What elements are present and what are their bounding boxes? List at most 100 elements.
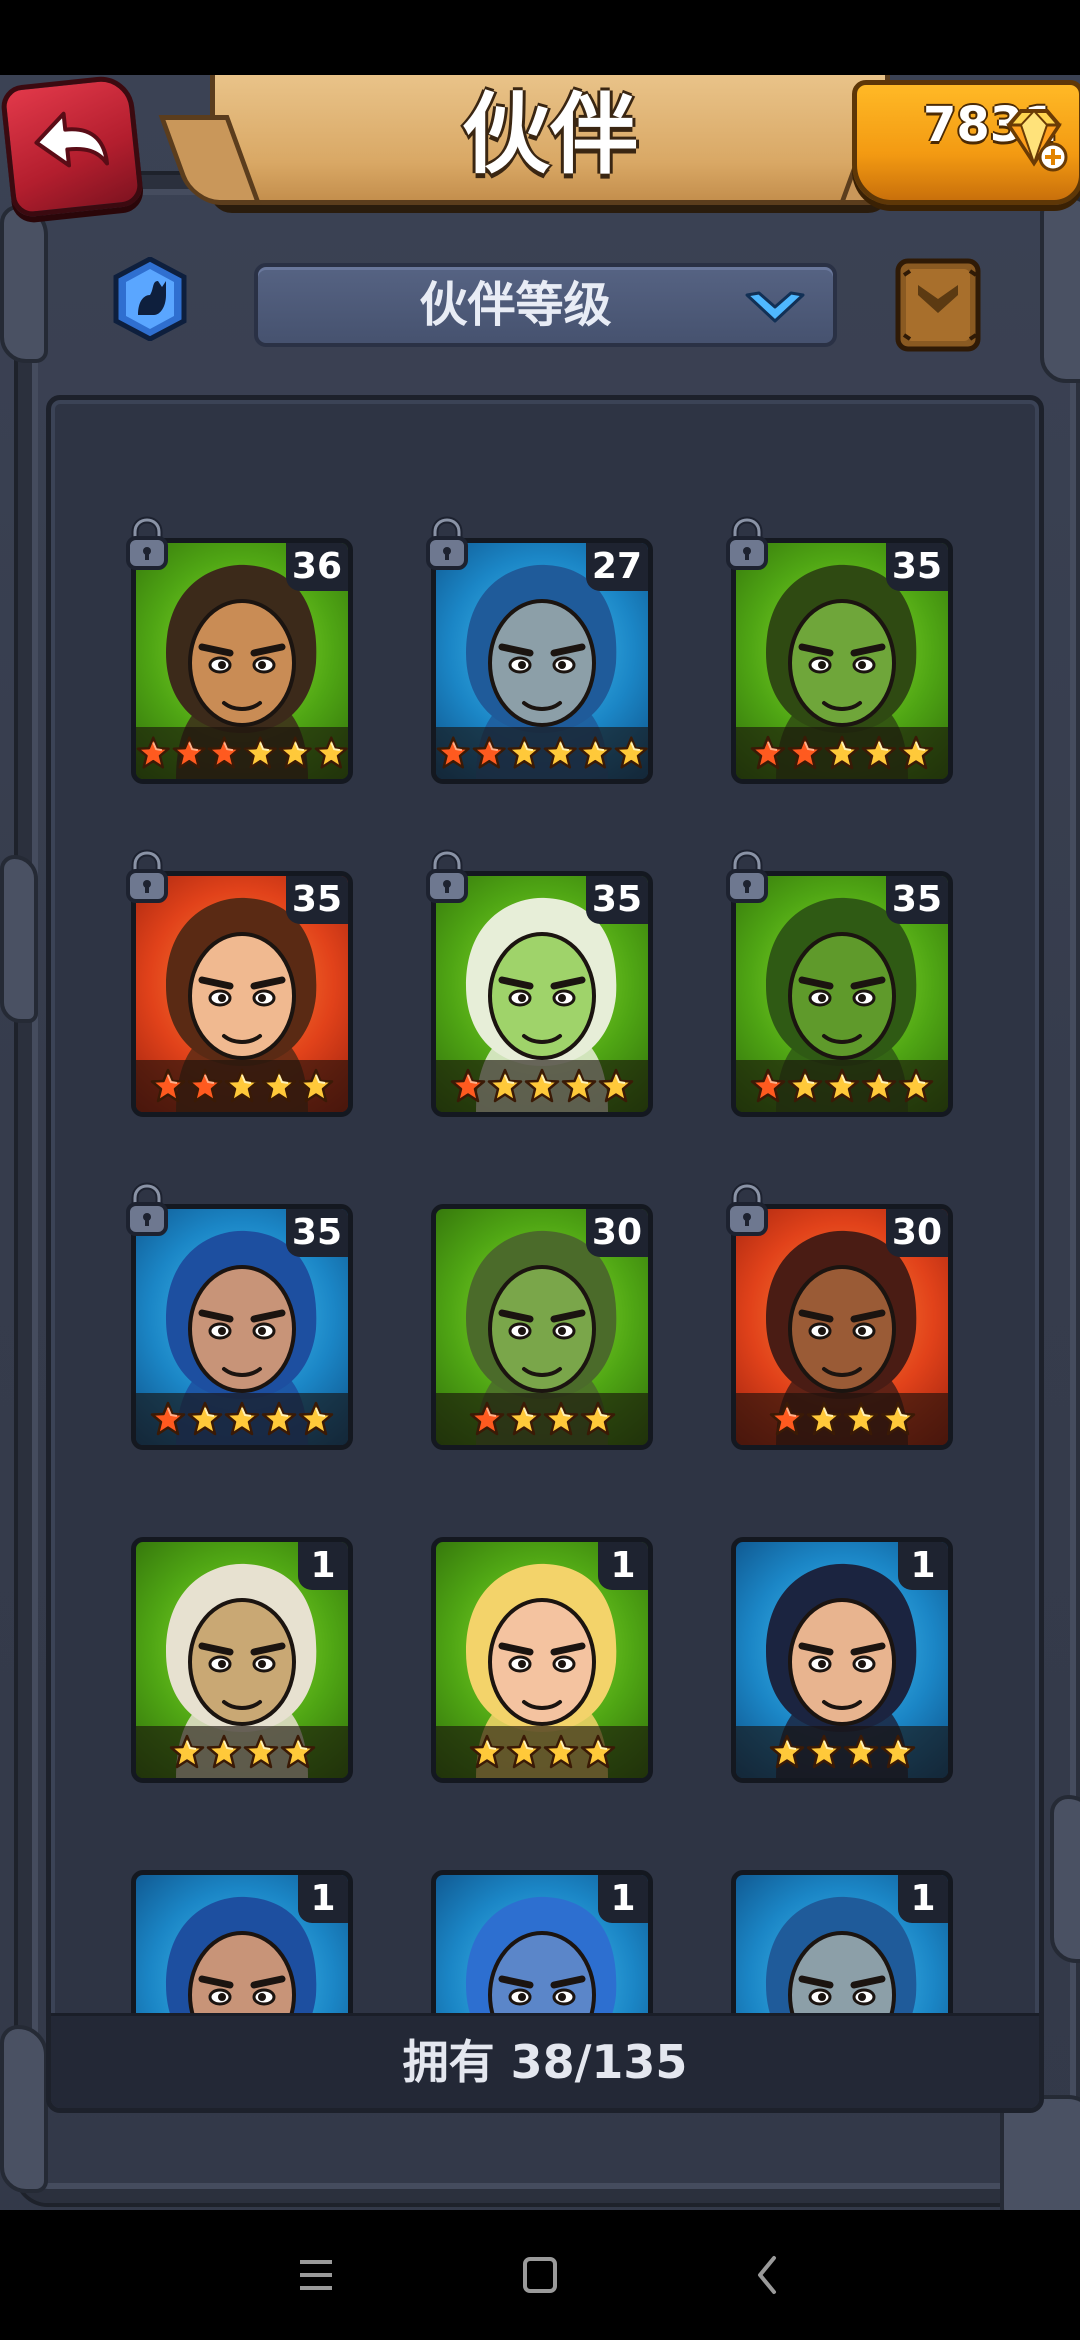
star-icon	[861, 735, 897, 770]
roster-panel[interactable]: 36 27 35 35 35 35 35 30 30 1 1 1 1 1 1 拥有 38/135	[46, 395, 1044, 2113]
system-nav-bar	[0, 2210, 1080, 2340]
star-icon	[261, 1401, 297, 1436]
star-icon	[450, 1068, 486, 1103]
lock-icon	[426, 849, 468, 903]
star-icon	[506, 1401, 541, 1436]
hero-card[interactable]: 35	[131, 1204, 353, 1450]
star-icon	[787, 735, 823, 770]
hero-card[interactable]: 35	[731, 538, 953, 784]
hero-card[interactable]: 1	[731, 1870, 953, 2020]
book-button[interactable]	[894, 255, 984, 355]
hero-card[interactable]: 27	[431, 538, 653, 784]
star-icon	[598, 1068, 634, 1103]
filter-button[interactable]	[110, 256, 190, 342]
star-icon	[150, 1401, 186, 1436]
hero-card[interactable]: 30	[431, 1204, 653, 1450]
title-banner: 伙伴	[210, 75, 890, 205]
hero-card[interactable]: 35	[131, 871, 353, 1117]
hero-card[interactable]: 30	[731, 1204, 953, 1450]
lock-icon	[126, 1182, 168, 1236]
hero-level: 1	[598, 1542, 648, 1590]
lock-icon	[126, 516, 168, 570]
star-icon	[224, 1401, 260, 1436]
star-icon	[580, 1401, 615, 1436]
hero-card[interactable]: 1	[431, 1870, 653, 2020]
hero-card[interactable]: 1	[131, 1537, 353, 1783]
star-icon	[880, 1734, 915, 1769]
star-icon	[278, 736, 312, 769]
menu-icon[interactable]	[286, 2250, 346, 2300]
star-icon	[561, 1068, 597, 1103]
hero-level: 35	[285, 1209, 348, 1257]
star-rating	[436, 727, 648, 779]
hero-card[interactable]: 1	[431, 1537, 653, 1783]
hero-level: 1	[898, 1542, 948, 1590]
sort-label: 伙伴等级	[419, 277, 612, 333]
sort-dropdown[interactable]: 伙伴等级	[254, 263, 837, 347]
game-area: 伙伴 7831 伙伴等级 36 27 35 35 35 35 35 30 30 …	[0, 75, 1080, 2210]
star-icon	[769, 1401, 804, 1436]
star-icon	[543, 736, 577, 769]
star-icon	[824, 1068, 860, 1103]
star-icon	[150, 1068, 186, 1103]
hero-grid: 36 27 35 35 35 35 35 30 30 1 1 1 1 1 1	[51, 400, 1039, 2020]
star-icon	[769, 1734, 804, 1769]
star-icon	[187, 1401, 223, 1436]
star-icon	[787, 1068, 823, 1103]
rock-decoration	[0, 855, 38, 1023]
star-icon	[824, 735, 860, 770]
star-icon	[298, 1068, 334, 1103]
hero-level: 27	[585, 543, 648, 591]
hero-level: 36	[285, 543, 348, 591]
star-icon	[280, 1734, 315, 1769]
hero-level: 35	[585, 876, 648, 924]
hero-level: 35	[885, 876, 948, 924]
hero-level: 1	[898, 1875, 948, 1923]
gems-panel[interactable]: 7831	[852, 80, 1080, 205]
star-icon	[524, 1068, 560, 1103]
star-icon	[614, 736, 648, 769]
rock-decoration	[1050, 1795, 1080, 1963]
back-nav-icon[interactable]	[738, 2250, 798, 2300]
hero-level: 30	[585, 1209, 648, 1257]
star-icon	[806, 1734, 841, 1769]
star-icon	[314, 736, 348, 769]
lock-icon	[726, 516, 768, 570]
star-rating	[136, 727, 348, 779]
chevron-down-icon	[745, 291, 805, 323]
owned-count: 拥有 38/135	[51, 2013, 1039, 2108]
star-icon	[861, 1068, 897, 1103]
star-rating	[436, 1726, 648, 1778]
star-icon	[207, 736, 241, 769]
hero-card[interactable]: 1	[131, 1870, 353, 2020]
lock-icon	[726, 1182, 768, 1236]
star-icon	[436, 736, 470, 769]
star-rating	[736, 1393, 948, 1445]
star-icon	[224, 1068, 260, 1103]
star-rating	[736, 1726, 948, 1778]
page-title: 伙伴	[461, 83, 638, 186]
hero-level: 1	[598, 1875, 648, 1923]
hero-card[interactable]: 35	[731, 871, 953, 1117]
star-icon	[487, 1068, 523, 1103]
hero-level: 35	[285, 876, 348, 924]
star-icon	[898, 1068, 934, 1103]
hero-level: 1	[298, 1542, 348, 1590]
hero-card[interactable]: 35	[431, 871, 653, 1117]
back-button[interactable]	[0, 75, 145, 219]
star-icon	[543, 1734, 578, 1769]
star-icon	[806, 1401, 841, 1436]
star-icon	[187, 1068, 223, 1103]
hero-card[interactable]: 36	[131, 538, 353, 784]
star-icon	[843, 1734, 878, 1769]
hero-level: 35	[885, 543, 948, 591]
star-icon	[507, 736, 541, 769]
back-arrow-icon	[34, 111, 110, 168]
lock-icon	[726, 849, 768, 903]
star-icon	[206, 1734, 241, 1769]
home-icon[interactable]	[510, 2250, 570, 2300]
star-icon	[469, 1401, 504, 1436]
star-icon	[578, 736, 612, 769]
hero-level: 1	[298, 1875, 348, 1923]
hero-card[interactable]: 1	[731, 1537, 953, 1783]
